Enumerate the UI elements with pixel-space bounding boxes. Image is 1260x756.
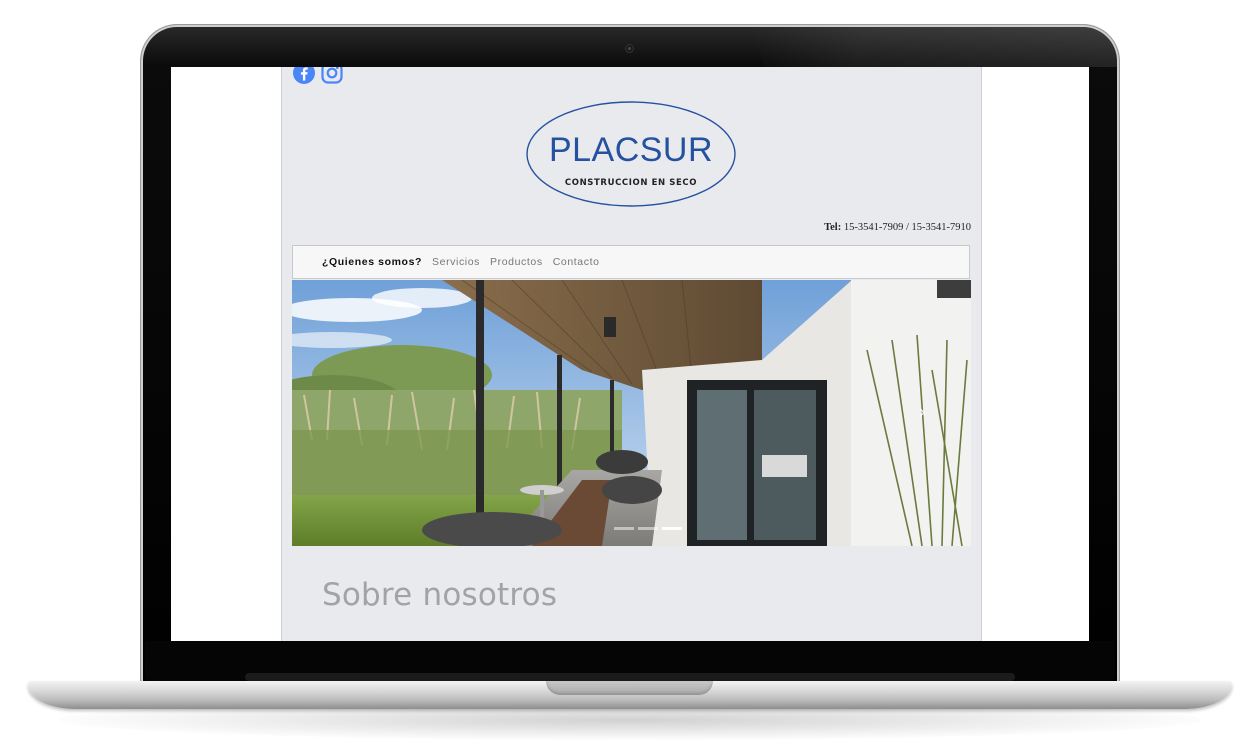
nav-item-productos[interactable]: Productos: [485, 256, 548, 268]
brand-name: PLACSUR: [548, 131, 714, 169]
nav-item-servicios[interactable]: Servicios: [427, 256, 485, 268]
tel-numbers[interactable]: 15-3541-7909 / 15-3541-7910: [844, 222, 971, 233]
laptop-screen: PLACSUR CONSTRUCCION EN SECO Tel: 15-354…: [171, 67, 1089, 641]
nav-item-quienes-somos[interactable]: ¿Quienes somos?: [317, 256, 427, 268]
brand-logo[interactable]: PLACSUR CONSTRUCCION EN SECO: [525, 100, 737, 208]
laptop-bottom-bezel: [145, 641, 1115, 683]
main-nav: ¿Quienes somos? Servicios Productos Cont…: [292, 245, 970, 279]
section-title: Sobre nosotros: [322, 577, 558, 613]
tel-label: Tel:: [824, 222, 842, 233]
social-links: [292, 67, 344, 85]
laptop-base-notch: [546, 681, 713, 695]
carousel-indicator[interactable]: [614, 527, 634, 530]
instagram-icon[interactable]: [320, 67, 344, 85]
facebook-icon[interactable]: [292, 67, 316, 85]
carousel-indicator-active[interactable]: [662, 527, 682, 530]
website-page: PLACSUR CONSTRUCCION EN SECO Tel: 15-354…: [281, 67, 982, 641]
carousel-indicator[interactable]: [638, 527, 658, 530]
hero-image: [292, 280, 971, 546]
nav-item-contacto[interactable]: Contacto: [548, 256, 605, 268]
brand-tagline: CONSTRUCCION EN SECO: [564, 178, 698, 188]
bezel-gloss: [750, 27, 1117, 67]
carousel-indicators: [614, 527, 682, 530]
contact-phone: Tel: 15-3541-7909 / 15-3541-7910: [824, 222, 971, 233]
carousel-next-button[interactable]: ›: [912, 400, 932, 426]
hero-carousel[interactable]: ›: [292, 280, 971, 546]
webcam-icon: [625, 44, 634, 53]
